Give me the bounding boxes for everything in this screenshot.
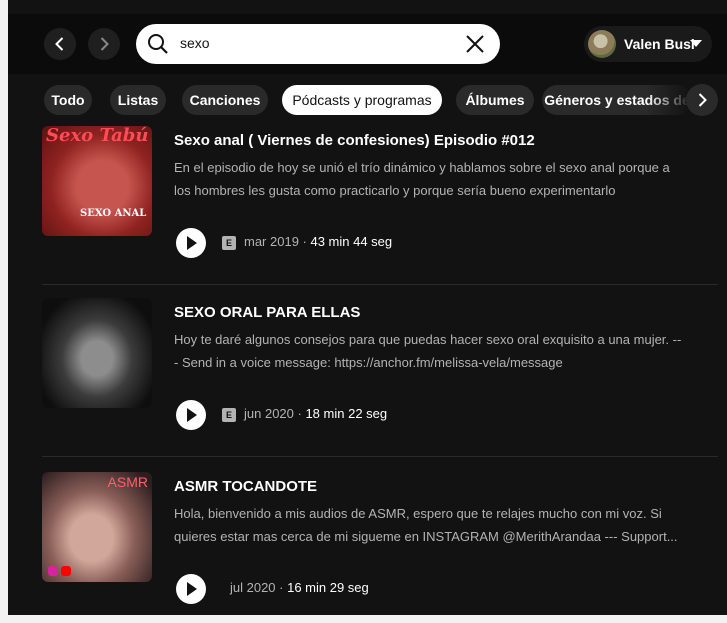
search-icon [148, 34, 168, 54]
window-edge [0, 615, 727, 623]
filter-chips: Todo Listas Canciones Pódcasts y program… [8, 80, 727, 120]
meta-separator: · [293, 406, 306, 421]
list-item[interactable]: SEXO ORAL PARA ELLAS Hoy te daré algunos… [8, 298, 727, 448]
back-button[interactable] [44, 28, 76, 60]
divider [42, 284, 718, 285]
meta-separator: · [275, 580, 288, 595]
close-icon[interactable] [464, 33, 486, 55]
list-item[interactable]: ASMR ASMR TOCANDOTE Hola, bienvenido a m… [8, 472, 727, 612]
description-line: Hola, bienvenido a mis audios de ASMR, e… [174, 506, 662, 521]
episode-date: jul 2020 [230, 580, 276, 595]
app-window: sexo Valen Busi Todo Listas Canciones Pó… [0, 0, 727, 623]
explicit-badge: E [222, 408, 236, 422]
chevron-right-icon [698, 93, 707, 107]
user-name: Valen Busi [624, 36, 695, 52]
chevron-left-icon [55, 37, 64, 51]
description-line: - Send in a voice message: https://ancho… [174, 355, 563, 370]
chip-listas[interactable]: Listas [110, 85, 166, 115]
episode-title[interactable]: SEXO ORAL PARA ELLAS [174, 304, 360, 321]
divider [42, 456, 718, 457]
chip-podcasts[interactable]: Pódcasts y programas [282, 85, 442, 115]
thumbnail-caption: SEXO ANAL [80, 208, 147, 219]
meta-separator: · [298, 234, 311, 249]
chip-canciones[interactable]: Canciones [182, 85, 268, 115]
chevron-right-icon [100, 37, 109, 51]
episode-thumbnail: ASMR [42, 472, 152, 582]
chips-next-button[interactable] [686, 84, 718, 116]
chip-todo[interactable]: Todo [44, 85, 92, 115]
explicit-badge: E [222, 236, 236, 250]
episode-title[interactable]: Sexo anal ( Viernes de confesiones) Epis… [174, 132, 535, 149]
youtube-icon [61, 566, 71, 576]
window-edge [0, 0, 8, 623]
chip-generos[interactable]: Géneros y estados de [542, 85, 692, 115]
episode-title[interactable]: ASMR TOCANDOTE [174, 478, 317, 495]
episode-description: En el episodio de hoy se unió el trío di… [174, 156, 714, 202]
search-box[interactable]: sexo [136, 24, 500, 64]
forward-button[interactable] [88, 28, 120, 60]
episode-meta: jul 2020 · 16 min 29 seg [230, 580, 369, 595]
episode-meta: mar 2019 · 43 min 44 seg [244, 234, 392, 249]
play-button[interactable] [176, 228, 206, 258]
episode-description: Hoy te daré algunos consejos para que pu… [174, 328, 714, 374]
description-line: Hoy te daré algunos consejos para que pu… [174, 332, 682, 347]
avatar [588, 30, 616, 58]
episode-duration: 43 min 44 seg [310, 234, 393, 249]
chip-albumes[interactable]: Álbumes [456, 85, 534, 115]
play-button[interactable] [176, 574, 206, 604]
episode-date: mar 2019 [244, 234, 299, 249]
description-line: los hombres les gusta como practicarlo y… [174, 183, 616, 198]
play-button[interactable] [176, 400, 206, 430]
thumbnail-logo: Sexo Tabú [46, 126, 149, 146]
description-line: En el episodio de hoy se unió el trío di… [174, 160, 670, 175]
episode-thumbnail [42, 298, 152, 408]
episode-duration: 18 min 22 seg [305, 406, 388, 421]
episode-meta: jun 2020 · 18 min 22 seg [244, 406, 387, 421]
episode-duration: 16 min 29 seg [287, 580, 369, 595]
thumbnail-caption: ASMR [107, 474, 148, 490]
search-input[interactable]: sexo [180, 35, 210, 51]
chevron-down-icon [690, 40, 702, 47]
instagram-icon [48, 566, 58, 576]
episode-description: Hola, bienvenido a mis audios de ASMR, e… [174, 502, 714, 548]
description-line: quieres estar mas cerca de mi sigueme en… [174, 529, 678, 544]
top-bar: sexo Valen Busi [8, 14, 727, 74]
user-menu-button[interactable]: Valen Busi [584, 26, 712, 62]
episode-thumbnail: Sexo Tabú SEXO ANAL [42, 126, 152, 236]
episode-date: jun 2020 [244, 406, 294, 421]
list-item[interactable]: Sexo Tabú SEXO ANAL Sexo anal ( Viernes … [8, 126, 727, 276]
